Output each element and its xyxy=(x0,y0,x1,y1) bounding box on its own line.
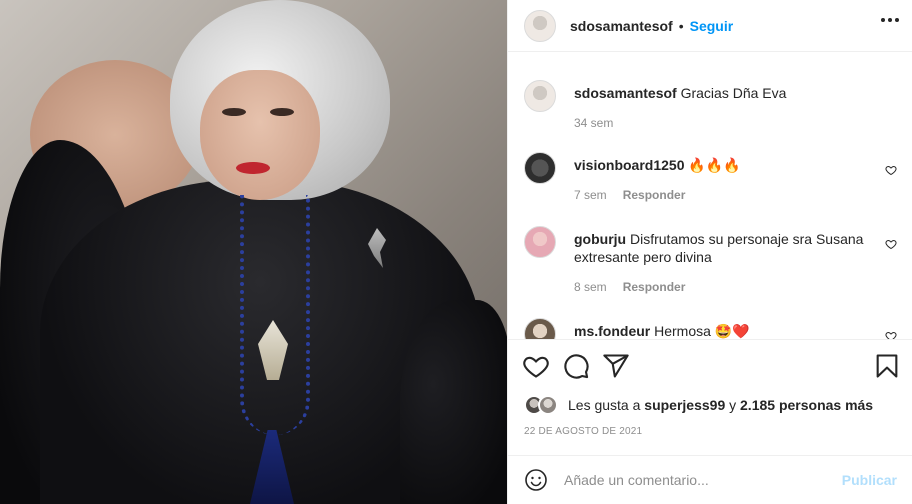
comment-input[interactable] xyxy=(564,472,824,488)
commenter-avatar[interactable] xyxy=(524,226,556,258)
author-avatar[interactable] xyxy=(524,9,556,42)
comment-bubble-icon[interactable] xyxy=(562,352,590,380)
author-username[interactable]: sdosamantesof xyxy=(570,18,673,34)
post-image[interactable] xyxy=(0,0,507,504)
share-paper-plane-icon[interactable] xyxy=(602,352,630,380)
commenter-avatar[interactable] xyxy=(524,152,556,184)
photo-necklace xyxy=(240,195,310,435)
caption-username[interactable]: sdosamantesof xyxy=(574,85,677,101)
liker-username[interactable]: superjess99 xyxy=(644,397,725,413)
follow-button[interactable]: Seguir xyxy=(690,18,734,34)
comment-text: Hermosa 🤩❤️ xyxy=(654,323,750,339)
comment-meta: 7 sem Responder xyxy=(574,188,685,202)
reply-button[interactable]: Responder xyxy=(623,280,686,294)
photo-lips xyxy=(236,162,270,174)
caption-text: Gracias Dña Eva xyxy=(680,85,787,101)
comment-text: 🔥🔥🔥 xyxy=(688,157,741,173)
caption: sdosamantesof Gracias Dña Eva 34 sem xyxy=(524,80,899,140)
caption-meta: 34 sem xyxy=(574,116,613,130)
like-comment-heart-icon[interactable] xyxy=(885,238,897,250)
photo-eye-left xyxy=(222,108,246,116)
caption-avatar[interactable] xyxy=(524,80,556,112)
like-comment-heart-icon[interactable] xyxy=(885,330,897,339)
likers-avatars[interactable] xyxy=(524,395,560,415)
photo-feathers-right xyxy=(400,300,507,504)
post-header: sdosamantesof • Seguir xyxy=(508,0,912,52)
post-date[interactable]: 22 DE AGOSTO DE 2021 xyxy=(524,426,642,437)
save-bookmark-icon[interactable] xyxy=(873,352,901,380)
comments-list[interactable]: sdosamantesof Gracias Dña Eva 34 sem vis… xyxy=(508,52,912,339)
post-side-panel: sdosamantesof • Seguir sdosamantesof Gra… xyxy=(507,0,912,504)
comment-text-block: visionboard1250 🔥🔥🔥 xyxy=(574,156,874,174)
more-options-icon[interactable] xyxy=(881,18,899,22)
likes-summary: Les gusta a superjess99 y 2.185 personas… xyxy=(524,393,873,417)
post-actions-bar xyxy=(508,339,912,391)
caption-text-block: sdosamantesof Gracias Dña Eva xyxy=(574,84,874,102)
comment-item: visionboard1250 🔥🔥🔥 7 sem Responder xyxy=(524,152,899,212)
comment-text-block: goburju Disfrutamos su personaje sra Sus… xyxy=(574,230,874,266)
reply-button[interactable]: Responder xyxy=(623,188,686,202)
comment-time[interactable]: 8 sem xyxy=(574,280,607,294)
comment-meta: 8 sem Responder xyxy=(574,280,685,294)
likes-connector: y xyxy=(729,397,737,413)
header-separator: • xyxy=(678,17,684,34)
like-heart-icon[interactable] xyxy=(522,352,550,380)
likes-prefix: Les gusta a xyxy=(568,397,641,413)
comment-username[interactable]: visionboard1250 xyxy=(574,157,685,173)
comment-username[interactable]: goburju xyxy=(574,231,626,247)
caption-time[interactable]: 34 sem xyxy=(574,116,613,130)
comment-username[interactable]: ms.fondeur xyxy=(574,323,650,339)
comment-item: ms.fondeur Hermosa 🤩❤️ xyxy=(524,318,899,339)
comment-composer: Publicar xyxy=(508,455,912,504)
post-comment-button[interactable]: Publicar xyxy=(842,472,897,488)
photo-face xyxy=(200,70,320,200)
photo-eye-right xyxy=(270,108,294,116)
comment-item: goburju Disfrutamos su personaje sra Sus… xyxy=(524,226,899,298)
commenter-avatar[interactable] xyxy=(524,318,556,339)
likes-count-link[interactable]: 2.185 personas más xyxy=(740,397,873,413)
comment-text-block: ms.fondeur Hermosa 🤩❤️ xyxy=(574,322,874,339)
emoji-icon[interactable] xyxy=(524,468,548,492)
comment-time[interactable]: 7 sem xyxy=(574,188,607,202)
like-comment-heart-icon[interactable] xyxy=(885,164,897,176)
